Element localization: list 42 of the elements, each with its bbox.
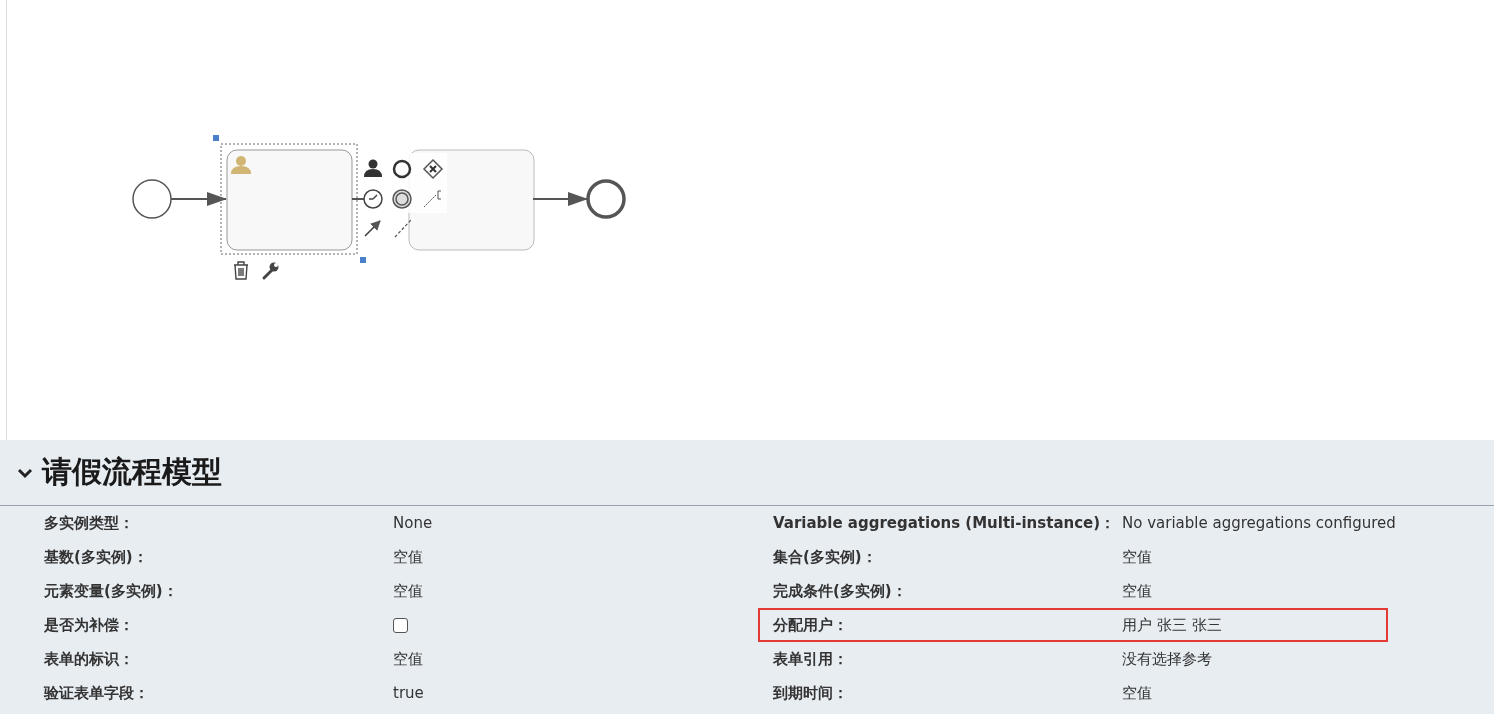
timer-icon[interactable] <box>363 189 383 209</box>
resize-handle[interactable] <box>213 135 219 141</box>
property-label: 多实例类型： <box>44 512 135 534</box>
property-label: 基数(多实例)： <box>44 546 149 568</box>
circle-icon[interactable] <box>392 159 412 179</box>
sequence-flow[interactable] <box>532 192 588 206</box>
gateway-icon[interactable] <box>422 158 444 180</box>
property-label: 元素变量(多实例)： <box>44 580 179 602</box>
arrow-icon[interactable] <box>364 220 381 237</box>
property-value: 空值 <box>393 580 424 602</box>
property-label: 分配用户： <box>773 614 849 636</box>
annotation-icon[interactable] <box>423 190 442 208</box>
property-label: 完成条件(多实例)： <box>773 580 908 602</box>
sequence-flow[interactable] <box>170 192 227 206</box>
property-value: 没有选择参考 <box>1122 648 1213 670</box>
property-label: 表单引用： <box>773 648 849 670</box>
checkbox[interactable] <box>393 617 408 633</box>
property-label: 集合(多实例)： <box>773 546 878 568</box>
property-value: 空值 <box>393 546 424 568</box>
dashed-line-icon[interactable] <box>394 219 412 238</box>
property-value: 空值 <box>1122 546 1153 568</box>
start-event[interactable] <box>132 179 172 219</box>
property-label: Variable aggregations (Multi-instance)： <box>773 512 1117 534</box>
user-icon[interactable] <box>364 159 382 177</box>
property-label: 到期时间： <box>773 682 849 704</box>
panel-title: 请假流程模型 <box>42 453 222 491</box>
property-label: 是否为补偿： <box>44 614 135 636</box>
property-value: 空值 <box>1122 682 1153 704</box>
property-value: 空值 <box>1122 580 1153 602</box>
double-circle-icon[interactable] <box>392 189 412 209</box>
property-value: None <box>393 513 434 534</box>
property-label: 表单的标识： <box>44 648 135 670</box>
property-value: 用户 张三 张三 <box>1122 614 1223 636</box>
property-value: 空值 <box>393 648 424 670</box>
trash-icon[interactable] <box>233 261 249 280</box>
end-event[interactable] <box>586 179 626 219</box>
resize-handle[interactable] <box>360 257 366 263</box>
property-value: true <box>393 683 425 704</box>
property-value: No variable aggregations configured <box>1122 513 1396 534</box>
wrench-icon[interactable] <box>262 262 279 280</box>
property-label: 验证表单字段： <box>44 682 150 704</box>
user-icon <box>231 156 251 174</box>
